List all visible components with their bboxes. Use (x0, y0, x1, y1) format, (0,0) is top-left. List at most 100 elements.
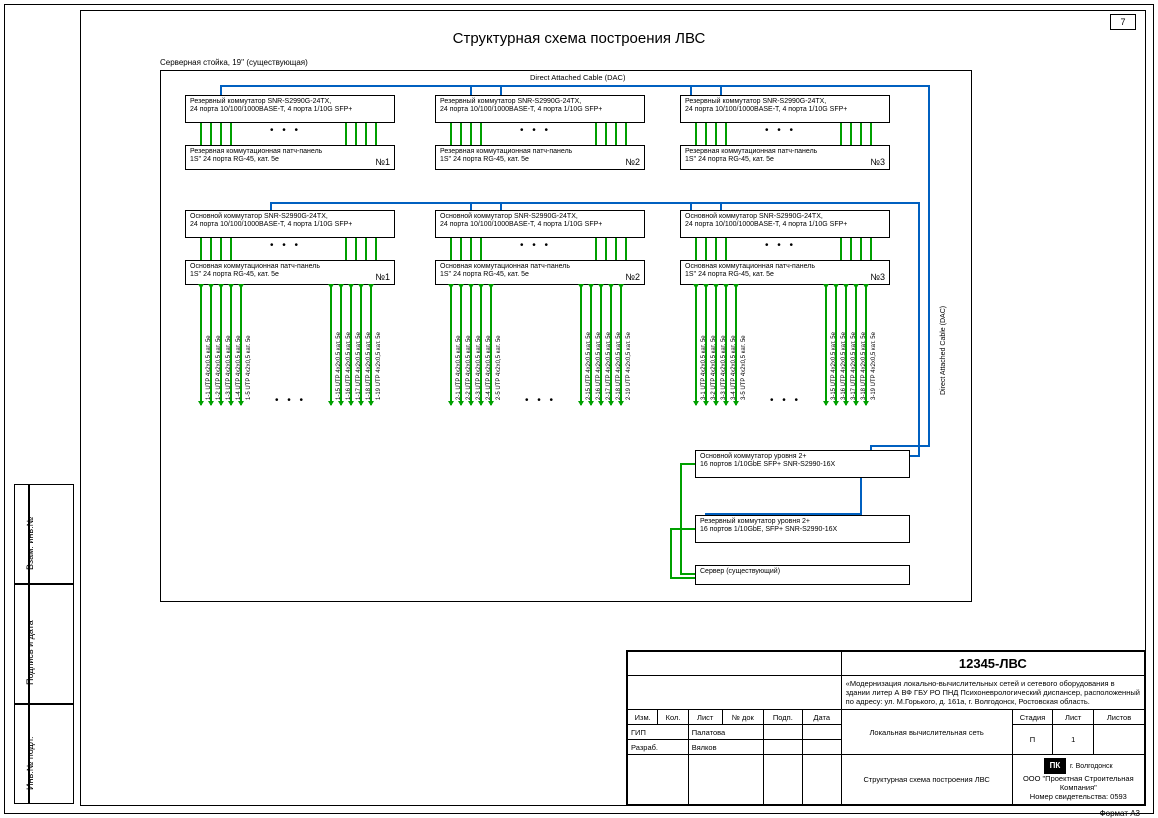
text: Основной коммутатор SNR-S2990G-24TX, (685, 213, 823, 220)
dev-label: Разраб. (628, 740, 689, 755)
company-block: ПК г. Волгодонск ООО "Проектная Строител… (1012, 755, 1144, 805)
reserve-patch-2: Резервная коммутационная патч-панель 1S'… (435, 145, 645, 170)
sheets-h: Листов (1094, 710, 1145, 725)
side-cell (29, 484, 74, 584)
side-label: Взам. инв.№ (25, 517, 35, 570)
patch-line (470, 123, 472, 145)
text: 24 порта 10/100/1000BASE-T, 4 порта 1/10… (190, 106, 352, 113)
dac-line (720, 85, 722, 95)
text: Основной коммутатор SNR-S2990G-24TX, (440, 213, 578, 220)
reserve-patch-1: Резервная коммутационная патч-панель 1S'… (185, 145, 395, 170)
cable-drop (470, 285, 472, 405)
text: ООО "Проектная Строительная Компания" (1023, 774, 1134, 792)
ellipsis-icon: • • • (270, 125, 301, 136)
srv-line (670, 528, 695, 530)
cable-drop (210, 285, 212, 405)
cable-drop (695, 285, 697, 405)
srv-line (680, 463, 682, 575)
cable-drop (590, 285, 592, 405)
ellipsis-icon: • • • (770, 395, 801, 406)
patch-line (860, 123, 862, 145)
l2-main-switch: Основной коммутатор уровня 2+ 16 портов … (695, 450, 910, 478)
dac-line (470, 202, 472, 210)
cable-drop (620, 285, 622, 405)
cable-drop (865, 285, 867, 405)
dac-line (918, 202, 920, 455)
badge: №2 (625, 272, 640, 282)
text: Резервная коммутационная патч-панель (440, 148, 572, 155)
patch-line (375, 238, 377, 260)
patch-line (375, 123, 377, 145)
cable-label: 2-5 UTP 4x2x0,5 кат. 5e (496, 335, 502, 400)
patch-line (850, 123, 852, 145)
reserve-switch-1: Резервный коммутатор SNR-S2990G-24TX, 24… (185, 95, 395, 123)
logo-icon: ПК (1044, 758, 1066, 774)
page-number: 7 (1110, 14, 1136, 30)
l2-reserve-switch: Резервный коммутатор уровня 2+ 16 портов… (695, 515, 910, 543)
patch-line (210, 123, 212, 145)
sheet: 1 (1053, 725, 1094, 755)
patch-line (470, 238, 472, 260)
badge: №3 (870, 272, 885, 282)
text: 24 порта 10/100/1000BASE-T, 4 порта 1/10… (685, 106, 847, 113)
cable-drop (600, 285, 602, 405)
cable-drop (705, 285, 707, 405)
cable-drop (725, 285, 727, 405)
dac-line (928, 85, 930, 445)
dac-line (220, 85, 222, 95)
dev-name: Вялков (688, 740, 763, 755)
patch-line (450, 123, 452, 145)
dac-line (470, 85, 472, 95)
cable-drop (360, 285, 362, 405)
text: 1S'' 24 порта RG-45, кат. 5e (440, 156, 529, 163)
cable-drop (240, 285, 242, 405)
text: 24 порта 10/100/1000BASE-T, 4 порта 1/10… (440, 106, 602, 113)
project-number: 12345-ЛВС (841, 652, 1144, 676)
hdr: Лист (688, 710, 722, 725)
main-patch-2: Основная коммутационная патч-панель 1S''… (435, 260, 645, 285)
patch-line (840, 123, 842, 145)
text: 24 порта 10/100/1000BASE-T, 4 порта 1/10… (440, 221, 602, 228)
cable-label: 1-19 UTP 4x2x0,5 кат. 5e (376, 332, 382, 400)
text: 1S'' 24 порта RG-45, кат. 5e (190, 156, 279, 163)
patch-line (725, 123, 727, 145)
patch-line (715, 123, 717, 145)
hdr: Кол. (658, 710, 688, 725)
text: 1S'' 24 порта RG-45, кат. 5e (190, 271, 279, 278)
patch-line (860, 238, 862, 260)
reserve-switch-2: Резервный коммутатор SNR-S2990G-24TX, 24… (435, 95, 645, 123)
gip-label: ГИП (628, 725, 689, 740)
patch-line (210, 238, 212, 260)
patch-line (480, 123, 482, 145)
main-patch-1: Основная коммутационная патч-панель 1S''… (185, 260, 395, 285)
patch-line (355, 123, 357, 145)
cable-drop (580, 285, 582, 405)
cable-drop (450, 285, 452, 405)
cable-drop (220, 285, 222, 405)
patch-line (345, 123, 347, 145)
cable-drop (490, 285, 492, 405)
patch-line (870, 123, 872, 145)
cable-label: 2-19 UTP 4x2x0,5 кат. 5e (626, 332, 632, 400)
server-box: Сервер (существующий) (695, 565, 910, 585)
patch-line (605, 238, 607, 260)
main-switch-3: Основной коммутатор SNR-S2990G-24TX, 24 … (680, 210, 890, 238)
patch-line (870, 238, 872, 260)
dac-line (500, 202, 502, 210)
cable-drop (340, 285, 342, 405)
srv-line (680, 463, 695, 465)
srv-line (670, 577, 695, 579)
rack-label: Серверная стойка, 19'' (существующая) (160, 58, 308, 67)
text: Резервная коммутационная патч-панель (190, 148, 322, 155)
text: 1S'' 24 порта RG-45, кат. 5e (685, 156, 774, 163)
cable-drop (350, 285, 352, 405)
ellipsis-icon: • • • (270, 240, 301, 251)
cable-drop (460, 285, 462, 405)
sheet-h: Лист (1053, 710, 1094, 725)
cable-drop (480, 285, 482, 405)
patch-line (715, 238, 717, 260)
patch-line (480, 238, 482, 260)
doc-title-1: Локальная вычислительная сеть (841, 710, 1012, 755)
dac-line (500, 85, 502, 95)
patch-line (355, 238, 357, 260)
